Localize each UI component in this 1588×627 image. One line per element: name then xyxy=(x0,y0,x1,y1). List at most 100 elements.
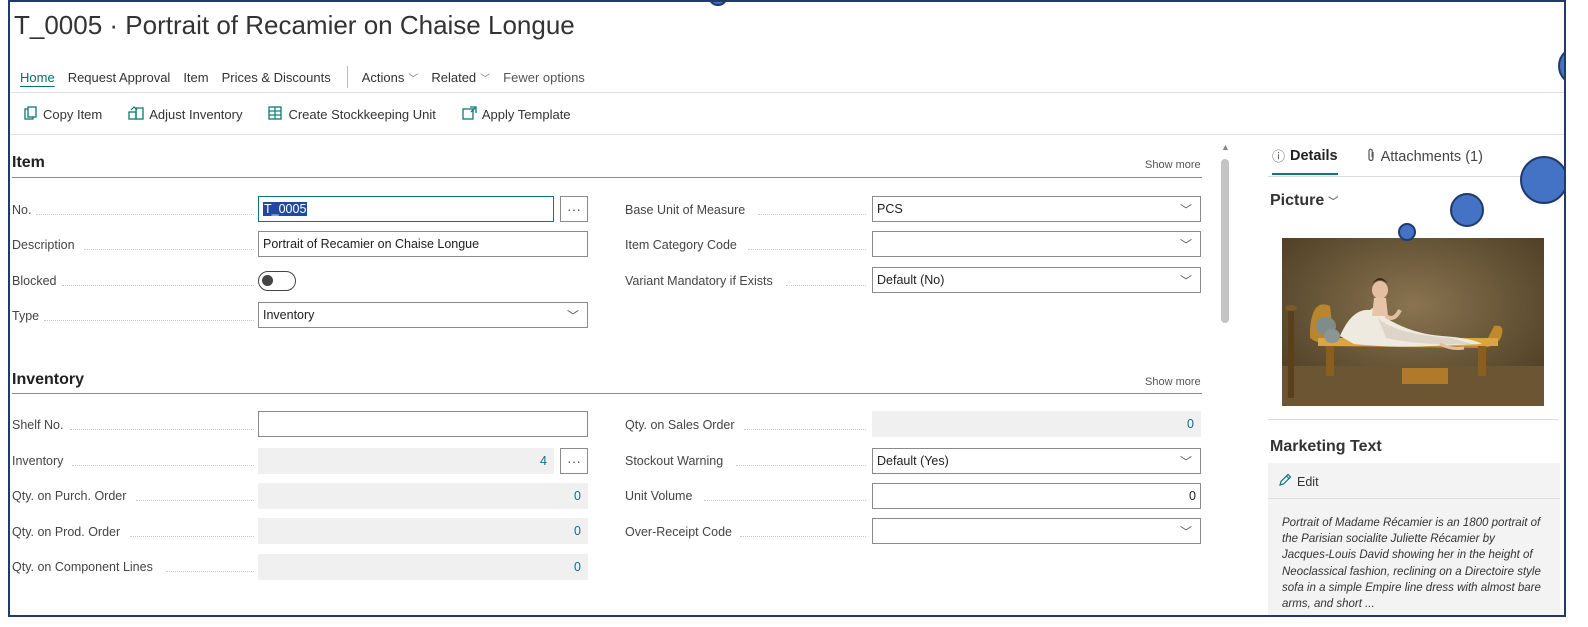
inventory-value-drilldown[interactable]: 4 xyxy=(258,448,554,474)
description-field[interactable]: Portrait of Recamier on Chaise Longue xyxy=(258,231,588,257)
marketing-text: Portrait of Madame Récamier is an 1800 p… xyxy=(1282,517,1541,611)
type-select[interactable]: Inventory ﹀ xyxy=(258,302,588,328)
factbox-tabs: ⓘ Details Attachments (1) xyxy=(1272,146,1511,175)
base-uom-value: PCS xyxy=(877,202,903,216)
qty-purch-value: 0 xyxy=(574,489,581,503)
label-leader xyxy=(748,237,866,250)
qty-component-value-drilldown[interactable]: 0 xyxy=(258,554,588,580)
actions-label: Actions xyxy=(361,69,405,85)
label-leader xyxy=(62,273,254,286)
fewer-options-button[interactable]: Fewer options xyxy=(503,70,585,85)
copy-item-label: Copy Item xyxy=(43,107,103,122)
field-label-qty-sales: Qty. on Sales Order xyxy=(625,418,735,432)
stockout-warning-select[interactable]: Default (Yes) ﹀ xyxy=(872,448,1201,474)
content-scrollbar[interactable]: ▲ xyxy=(1220,142,1230,612)
overlay-marker xyxy=(1520,156,1564,204)
field-label-qty-purch: Qty. on Purch. Order xyxy=(12,489,127,503)
inventory-value: 4 xyxy=(540,454,547,468)
toolbar: Copy Item Adjust Inventory Create Stockk… xyxy=(24,106,597,123)
chevron-down-icon: ﹀ xyxy=(1328,197,1339,208)
unit-volume-value: 0 xyxy=(1189,489,1196,503)
tab-details[interactable]: ⓘ Details xyxy=(1272,146,1338,175)
field-label-variant-mandatory: Variant Mandatory if Exists xyxy=(625,274,773,288)
field-label-shelf-no: Shelf No. xyxy=(12,418,64,432)
blocked-toggle[interactable] xyxy=(258,271,296,291)
apply-template-button[interactable]: Apply Template xyxy=(462,106,571,123)
chevron-down-icon: ﹀ xyxy=(1179,237,1192,252)
shelf-no-field[interactable] xyxy=(258,411,588,437)
qty-prod-value-drilldown[interactable]: 0 xyxy=(258,518,588,544)
description-value: Portrait of Recamier on Chaise Longue xyxy=(263,237,480,251)
marketing-divider xyxy=(1268,498,1560,499)
details-tab-label: Details xyxy=(1290,147,1338,164)
label-leader xyxy=(136,488,254,501)
pencil-icon xyxy=(1278,473,1292,490)
factbox-section-divider xyxy=(1268,419,1558,420)
label-leader xyxy=(84,237,254,250)
create-stockkeeping-unit-button[interactable]: Create Stockkeeping Unit xyxy=(268,106,436,123)
marketing-text-box: Edit Portrait of Madame Récamier is an 1… xyxy=(1268,463,1560,615)
qty-prod-value: 0 xyxy=(574,524,581,538)
field-label-qty-prod: Qty. on Prod. Order xyxy=(12,525,121,539)
apply-template-icon xyxy=(462,106,477,123)
inventory-show-more-link[interactable]: Show more xyxy=(1145,376,1201,388)
inventory-lookup-button[interactable]: ··· xyxy=(560,448,588,474)
qty-sales-value-drilldown[interactable]: 0 xyxy=(872,411,1201,437)
create-sku-icon xyxy=(268,106,283,123)
field-label-description: Description xyxy=(12,238,75,252)
tab-request-approval[interactable]: Request Approval xyxy=(68,70,171,85)
variant-mandatory-select[interactable]: Default (No) ﹀ xyxy=(872,267,1201,293)
qty-purch-value-drilldown[interactable]: 0 xyxy=(258,483,588,509)
copy-item-button[interactable]: Copy Item xyxy=(24,106,102,123)
over-receipt-select[interactable]: ﹀ xyxy=(872,518,1201,544)
label-leader xyxy=(704,488,866,501)
adjust-inventory-button[interactable]: Adjust Inventory xyxy=(128,106,242,123)
tab-home[interactable]: Home xyxy=(20,70,55,85)
no-field[interactable]: T_0005 xyxy=(258,196,554,222)
unit-volume-field[interactable]: 0 xyxy=(872,483,1201,509)
tab-prices-discounts[interactable]: Prices & Discounts xyxy=(222,70,331,85)
scrollbar-thumb[interactable] xyxy=(1221,159,1229,323)
tab-attachments[interactable]: Attachments (1) xyxy=(1366,146,1483,175)
field-label-base-uom: Base Unit of Measure xyxy=(625,203,746,217)
section-title-item: Item xyxy=(12,154,45,171)
divider xyxy=(10,92,1564,93)
label-leader xyxy=(740,524,866,537)
section-divider xyxy=(12,393,1202,394)
page-title: T_0005 · Portrait of Recamier on Chaise … xyxy=(14,10,575,40)
field-label-over-receipt: Over-Receipt Code xyxy=(625,525,732,539)
label-leader xyxy=(36,202,254,215)
section-divider xyxy=(12,177,1202,178)
overlay-marker xyxy=(1398,223,1416,241)
apply-template-label: Apply Template xyxy=(481,107,571,122)
picture-title: Picture xyxy=(1270,192,1325,209)
label-leader xyxy=(736,453,866,466)
item-show-more-link[interactable]: Show more xyxy=(1145,159,1201,171)
picture-section-toggle[interactable]: Picture ﹀ xyxy=(1270,192,1338,210)
variant-mandatory-value: Default (No) xyxy=(877,273,945,287)
marketing-edit-button[interactable]: Edit xyxy=(1278,473,1319,490)
actions-menu[interactable]: Actions ﹀ xyxy=(362,70,419,85)
ellipsis-icon: ··· xyxy=(567,453,581,469)
scroll-up-icon[interactable]: ▲ xyxy=(1221,142,1230,152)
paperclip-icon xyxy=(1366,148,1376,165)
related-menu[interactable]: Related ﹀ xyxy=(431,70,490,85)
toggle-knob xyxy=(262,275,273,286)
info-icon: ⓘ xyxy=(1272,149,1286,164)
marketing-text-title: Marketing Text xyxy=(1270,438,1382,455)
chevron-down-icon: ﹀ xyxy=(408,73,419,85)
chevron-down-icon: ﹀ xyxy=(1179,273,1192,288)
no-lookup-button[interactable]: ··· xyxy=(560,196,588,222)
copy-icon xyxy=(24,106,38,123)
overlay-marker xyxy=(1450,193,1484,227)
field-label-unit-volume: Unit Volume xyxy=(625,489,693,503)
label-leader xyxy=(44,308,254,321)
page-frame: T_0005 · Portrait of Recamier on Chaise … xyxy=(8,0,1566,617)
tab-item[interactable]: Item xyxy=(183,70,208,85)
ellipsis-icon: ··· xyxy=(567,201,581,217)
field-label-no: No. xyxy=(12,203,32,217)
label-leader xyxy=(758,202,866,215)
label-leader xyxy=(70,417,254,430)
base-uom-select[interactable]: PCS ﹀ xyxy=(872,196,1201,222)
item-category-select[interactable]: ﹀ xyxy=(872,231,1201,257)
